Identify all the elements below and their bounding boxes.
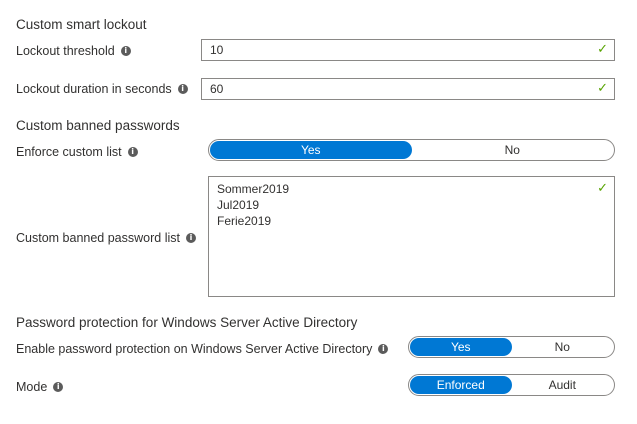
enforce-custom-list-toggle[interactable]: Yes No	[208, 139, 615, 161]
enforce-custom-list-label-text: Enforce custom list	[16, 145, 122, 159]
lockout-duration-label-text: Lockout duration in seconds	[16, 82, 172, 96]
mode-label: Mode i	[16, 380, 64, 394]
enable-protection-label: Enable password protection on Windows Se…	[16, 342, 389, 356]
windows-protection-heading: Password protection for Windows Server A…	[16, 315, 358, 330]
banned-password-list-textarea[interactable]: Sommer2019 Jul2019 Ferie2019 ✓	[208, 176, 615, 297]
mode-enforced-option[interactable]: Enforced	[410, 376, 512, 394]
lockout-duration-value: 60	[210, 82, 224, 96]
enforce-no-option[interactable]: No	[412, 141, 614, 159]
mode-audit-option[interactable]: Audit	[512, 376, 614, 394]
info-icon[interactable]: i	[185, 233, 196, 243]
enforce-custom-list-label: Enforce custom list i	[16, 145, 138, 159]
smart-lockout-heading: Custom smart lockout	[16, 17, 147, 32]
info-icon[interactable]: i	[127, 147, 138, 157]
banned-password-list-label-text: Custom banned password list	[16, 231, 180, 245]
checkmark-icon: ✓	[597, 81, 608, 96]
lockout-threshold-label: Lockout threshold i	[16, 44, 131, 58]
enable-protection-toggle[interactable]: Yes No	[408, 336, 615, 358]
enable-yes-option[interactable]: Yes	[410, 338, 512, 356]
mode-label-text: Mode	[16, 380, 48, 394]
info-icon[interactable]: i	[177, 84, 188, 94]
lockout-threshold-value: 10	[210, 43, 224, 57]
enable-no-option[interactable]: No	[512, 338, 614, 356]
lockout-duration-input[interactable]: 60 ✓	[201, 78, 615, 100]
info-icon[interactable]: i	[378, 344, 389, 354]
checkmark-icon: ✓	[597, 181, 608, 196]
mode-toggle[interactable]: Enforced Audit	[408, 374, 615, 396]
checkmark-icon: ✓	[597, 42, 608, 57]
banned-passwords-heading: Custom banned passwords	[16, 118, 180, 133]
lockout-threshold-input[interactable]: 10 ✓	[201, 39, 615, 61]
banned-password-entry: Jul2019	[217, 198, 260, 212]
banned-password-entry: Sommer2019	[217, 182, 290, 196]
info-icon[interactable]: i	[120, 46, 131, 56]
lockout-duration-label: Lockout duration in seconds i	[16, 82, 188, 96]
banned-password-list-label: Custom banned password list i	[16, 231, 196, 245]
enable-protection-label-text: Enable password protection on Windows Se…	[16, 342, 373, 356]
lockout-threshold-label-text: Lockout threshold	[16, 44, 115, 58]
banned-password-entry: Ferie2019	[217, 214, 272, 228]
enforce-yes-option[interactable]: Yes	[210, 141, 412, 159]
info-icon[interactable]: i	[53, 382, 64, 392]
